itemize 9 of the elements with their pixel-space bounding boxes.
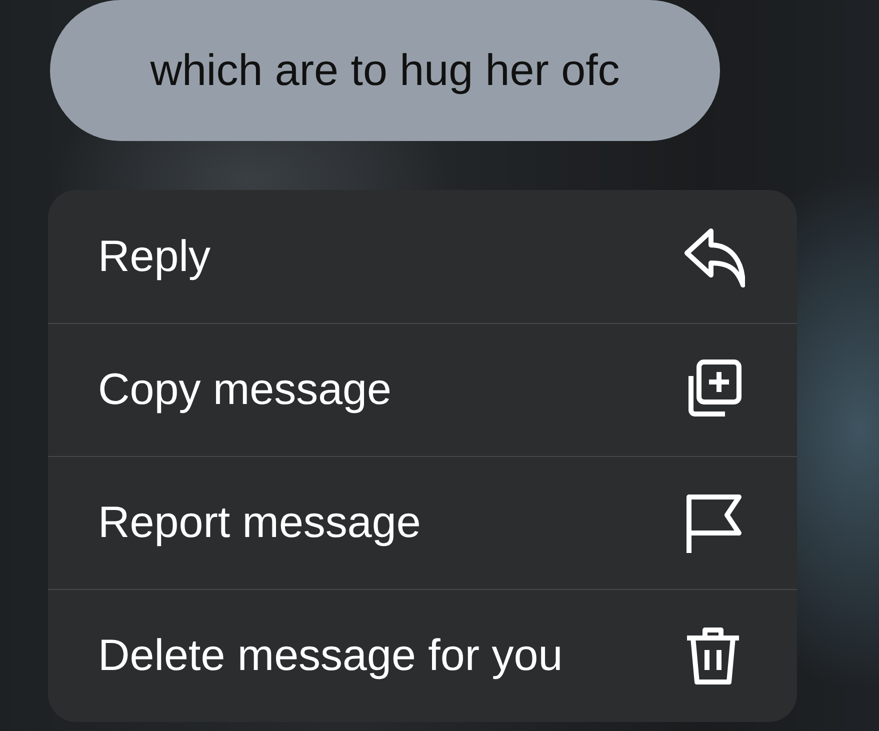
message-bubble: which are to hug her ofc (50, 0, 720, 141)
menu-item[interactable]: Report message (48, 456, 797, 589)
menu-item-label: Copy message (98, 365, 392, 415)
menu-item[interactable]: Copy message (48, 323, 797, 456)
menu-item-label: Delete message for you (98, 631, 563, 681)
menu-item[interactable]: Reply (48, 190, 797, 323)
menu-item-label: Report message (98, 498, 421, 548)
menu-item-label: Reply (98, 232, 210, 282)
menu-item[interactable]: Delete message for you (48, 589, 797, 722)
